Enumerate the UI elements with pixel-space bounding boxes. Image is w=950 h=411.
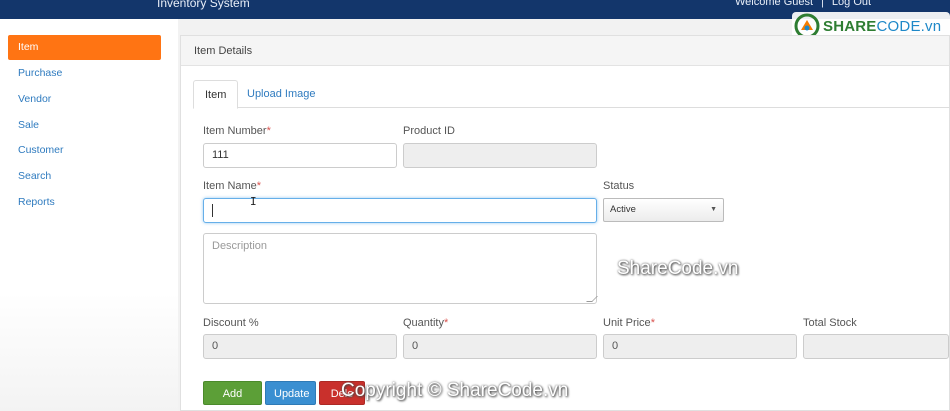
app-title: Inventory System [157, 0, 250, 10]
watermark-text: ShareCode.vn [617, 258, 739, 279]
unit-price-input[interactable]: 0 [603, 334, 797, 359]
required-mark: * [443, 317, 449, 329]
logo-text: SHARECODE.vn [823, 18, 941, 35]
add-item-button[interactable]: Add Item [203, 381, 262, 405]
item-name-input[interactable] [203, 198, 597, 223]
unit-price-label-text: Unit Price [603, 317, 651, 329]
panel-title: Item Details [181, 36, 949, 66]
text-caret [212, 203, 213, 217]
update-button[interactable]: Update [265, 381, 316, 405]
sidebar-item-purchase[interactable]: Purchase [8, 61, 161, 86]
header-separator: | [821, 0, 824, 8]
quantity-input[interactable]: 0 [403, 334, 597, 359]
sidebar-item-item[interactable]: Item [8, 35, 161, 60]
sidebar-item-customer[interactable]: Customer [8, 138, 161, 163]
tab-item[interactable]: Item [193, 80, 239, 109]
sidebar-item-sale[interactable]: Sale [8, 113, 161, 138]
product-id-label: Product ID [403, 125, 455, 137]
resize-grip-icon[interactable] [586, 296, 598, 302]
product-id-input[interactable] [403, 143, 597, 168]
copyright-watermark: Copyright © ShareCode.vn [341, 380, 569, 401]
item-details-panel: Item Details Item Upload Image Item Numb… [180, 35, 950, 411]
status-select-value: Active [610, 204, 636, 215]
item-name-label-text: Item Name [203, 180, 257, 192]
description-placeholder: Description [212, 240, 268, 252]
logout-link[interactable]: Log Out [832, 0, 871, 8]
user-area: Welcome Guest | Log Out [735, 0, 871, 8]
sidebar-item-reports[interactable]: Reports [8, 190, 161, 215]
quantity-label-text: Quantity [403, 317, 444, 329]
sidebar-item-vendor[interactable]: Vendor [8, 87, 161, 112]
sidebar: Item Purchase Vendor Sale Customer Searc… [0, 19, 178, 411]
discount-input[interactable]: 0 [203, 334, 397, 359]
unit-price-label: Unit Price* [603, 317, 655, 329]
required-mark: * [266, 125, 271, 137]
quantity-label: Quantity* [403, 317, 448, 329]
required-mark: * [650, 317, 655, 329]
item-name-label: Item Name* [203, 180, 261, 192]
status-label: Status [603, 180, 635, 192]
item-number-label: Item Number* [203, 125, 271, 137]
chevron-down-icon: ▼ [710, 206, 717, 213]
logo-text-bold: SHARE [823, 17, 877, 35]
item-number-input[interactable]: 111 [203, 143, 397, 168]
tab-upload-image[interactable]: Upload Image [236, 80, 327, 108]
tab-bar: Item Upload Image [193, 80, 950, 109]
status-select[interactable]: Active ▼ [603, 198, 724, 222]
welcome-text: Welcome Guest [735, 0, 814, 8]
total-stock-input[interactable] [803, 334, 949, 359]
item-number-label-text: Item Number [203, 125, 267, 137]
discount-label: Discount % [203, 317, 259, 329]
mouse-ibeam-cursor-icon: I [250, 195, 257, 208]
sidebar-item-search[interactable]: Search [8, 164, 161, 189]
description-textarea[interactable]: Description [203, 233, 598, 304]
required-mark: * [256, 180, 262, 192]
total-stock-label: Total Stock [803, 317, 857, 329]
logo-text-light: CODE.vn [876, 17, 942, 35]
